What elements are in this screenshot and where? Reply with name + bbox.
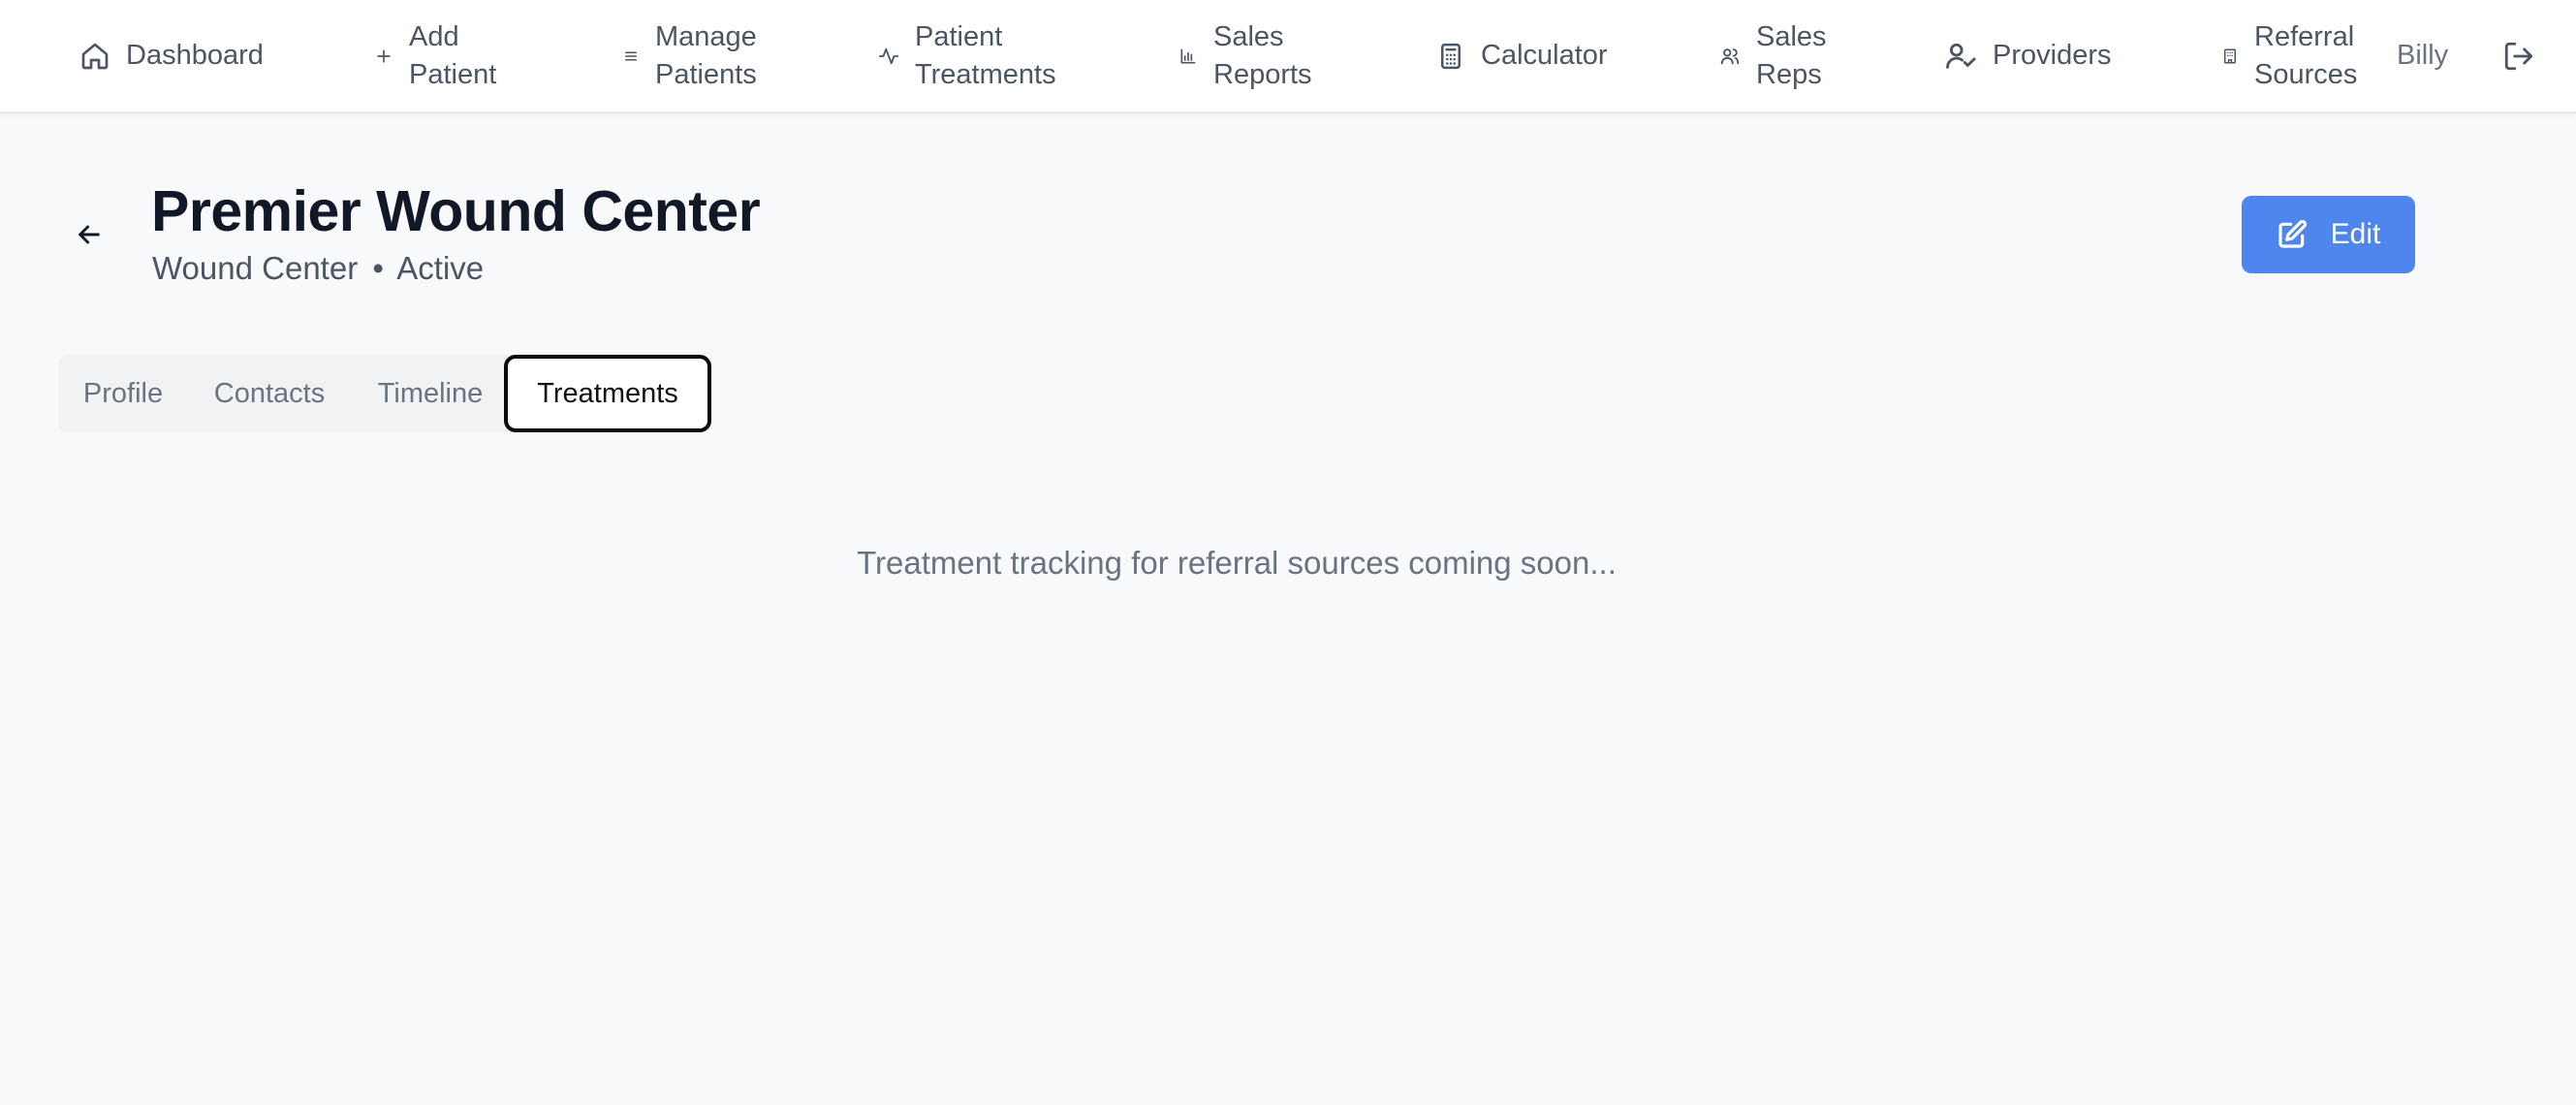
status-text: Active bbox=[396, 250, 485, 286]
nav-label: Add Patient bbox=[409, 20, 497, 90]
top-navigation: Dashboard Add Patient Manage Patients Pa… bbox=[0, 0, 2576, 113]
nav-calculator[interactable]: Calculator bbox=[1436, 0, 1608, 111]
tab-contacts[interactable]: Contacts bbox=[205, 355, 333, 432]
plus-icon bbox=[377, 48, 391, 63]
nav-label: Manage Patients bbox=[655, 20, 757, 90]
home-icon bbox=[81, 43, 109, 69]
logout-button[interactable] bbox=[2502, 0, 2535, 111]
nav-sales-reps[interactable]: Sales Reps bbox=[1719, 0, 1834, 111]
nav-referral-sources[interactable]: Referral Sources bbox=[2221, 0, 2371, 111]
nav-label: Referral Sources bbox=[2254, 20, 2358, 90]
edit-icon bbox=[2278, 219, 2307, 248]
nav-sales-reports[interactable]: Sales Reports bbox=[1178, 0, 1320, 111]
referral-type: Wound Center bbox=[152, 250, 359, 286]
nav-dashboard[interactable]: Dashboard bbox=[79, 0, 264, 111]
nav-patient-treatments[interactable]: Patient Treatments bbox=[878, 0, 1070, 111]
activity-icon bbox=[878, 47, 899, 64]
nav-label: Sales Reports bbox=[1213, 20, 1312, 90]
back-button[interactable] bbox=[70, 215, 109, 254]
calculator-icon bbox=[1441, 43, 1461, 69]
user-name: Billy bbox=[2397, 40, 2449, 71]
page-title: Premier Wound Center bbox=[151, 179, 761, 243]
nav-manage-patients[interactable]: Manage Patients bbox=[622, 0, 771, 111]
tab-list: Profile Contacts Timeline Treatments bbox=[58, 355, 711, 432]
edit-button[interactable]: Edit bbox=[2242, 196, 2415, 273]
tab-profile[interactable]: Profile bbox=[76, 355, 171, 432]
tab-treatments[interactable]: Treatments bbox=[504, 355, 711, 432]
user-check-icon bbox=[1946, 43, 1976, 69]
nav-label: Dashboard bbox=[126, 40, 264, 71]
users-icon bbox=[1720, 47, 1740, 64]
tab-timeline[interactable]: Timeline bbox=[366, 355, 494, 432]
nav-add-patient[interactable]: Add Patient bbox=[374, 0, 516, 111]
arrow-left-icon bbox=[79, 225, 100, 244]
empty-state-message: Treatment tracking for referral sources … bbox=[857, 545, 1617, 581]
bar-chart-icon bbox=[1180, 48, 1196, 63]
logout-icon bbox=[2504, 42, 2533, 70]
nav-label: Providers bbox=[1993, 40, 2112, 71]
edit-button-label: Edit bbox=[2330, 218, 2381, 250]
nav-providers[interactable]: Providers bbox=[1944, 0, 2112, 111]
nav-label: Patient Treatments bbox=[915, 20, 1056, 90]
building-icon bbox=[2224, 48, 2236, 63]
list-icon bbox=[625, 51, 637, 60]
nav-label: Calculator bbox=[1481, 40, 1608, 71]
page-subtitle: Wound Center • Active bbox=[152, 250, 484, 287]
separator: • bbox=[372, 250, 384, 286]
nav-label: Sales Reps bbox=[1756, 20, 1827, 90]
